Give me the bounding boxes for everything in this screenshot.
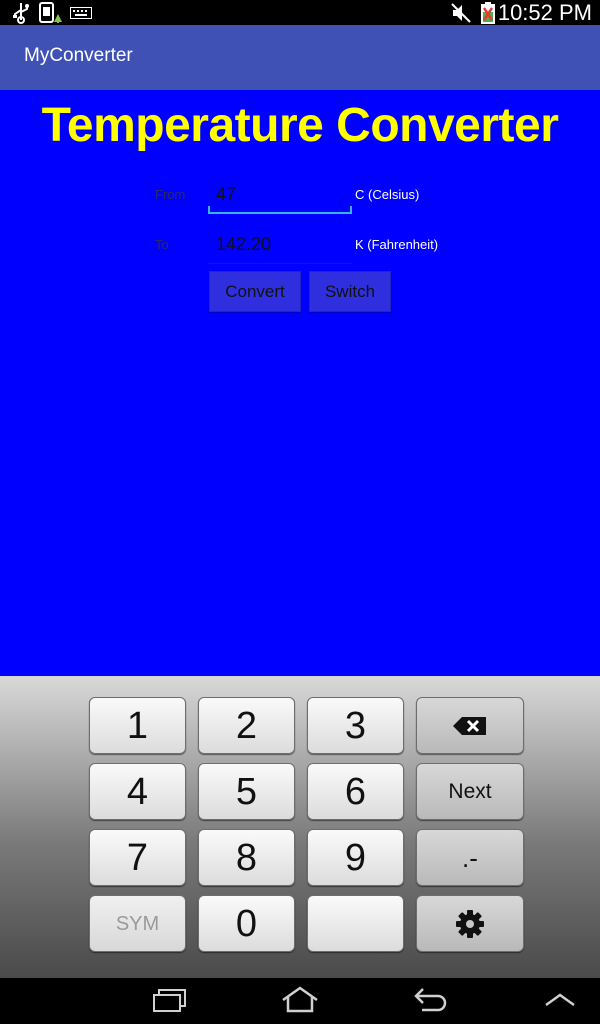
key-4[interactable]: 4 bbox=[89, 763, 186, 820]
hide-keyboard-icon[interactable] bbox=[543, 992, 577, 1013]
blank-key[interactable] bbox=[307, 895, 404, 952]
from-value-input[interactable]: 47 bbox=[208, 180, 352, 214]
action-bar: MyConverter bbox=[0, 25, 600, 90]
settings-key[interactable] bbox=[416, 895, 524, 952]
dot-minus-key[interactable]: .- bbox=[416, 829, 524, 886]
page-title: Temperature Converter bbox=[41, 99, 559, 152]
key-6[interactable]: 6 bbox=[307, 763, 404, 820]
keyboard-icon bbox=[70, 6, 92, 24]
recent-apps-icon[interactable] bbox=[152, 986, 188, 1019]
key-8[interactable]: 8 bbox=[198, 829, 295, 886]
to-label: To bbox=[155, 237, 169, 252]
status-bar: 10:52 PM bbox=[0, 0, 600, 25]
to-unit-label: K (Fahrenheit) bbox=[355, 237, 439, 252]
next-key[interactable]: Next bbox=[416, 763, 524, 820]
home-icon[interactable] bbox=[280, 986, 320, 1019]
status-time: 10:52 PM bbox=[497, 0, 592, 25]
converter-panel: Temperature Converter From 47 C (Celsius… bbox=[0, 90, 600, 676]
key-2[interactable]: 2 bbox=[198, 697, 295, 754]
convert-button[interactable]: Convert bbox=[209, 271, 301, 312]
backspace-key[interactable] bbox=[416, 697, 524, 754]
back-icon[interactable] bbox=[412, 986, 448, 1019]
from-label: From bbox=[155, 187, 186, 202]
sym-key[interactable]: SYM bbox=[89, 895, 186, 952]
switch-button[interactable]: Switch bbox=[309, 271, 391, 312]
key-3[interactable]: 3 bbox=[307, 697, 404, 754]
numeric-keyboard: 1 2 3 4 5 6 Next 7 8 9 .- SYM 0 bbox=[0, 676, 600, 978]
from-unit-label: C (Celsius) bbox=[355, 187, 420, 202]
navigation-bar bbox=[0, 978, 600, 1024]
app-title: MyConverter bbox=[24, 45, 133, 66]
key-5[interactable]: 5 bbox=[198, 763, 295, 820]
key-1[interactable]: 1 bbox=[89, 697, 186, 754]
key-0[interactable]: 0 bbox=[198, 895, 295, 952]
key-7[interactable]: 7 bbox=[89, 829, 186, 886]
key-9[interactable]: 9 bbox=[307, 829, 404, 886]
to-value-field[interactable]: 142.20 bbox=[208, 230, 352, 264]
